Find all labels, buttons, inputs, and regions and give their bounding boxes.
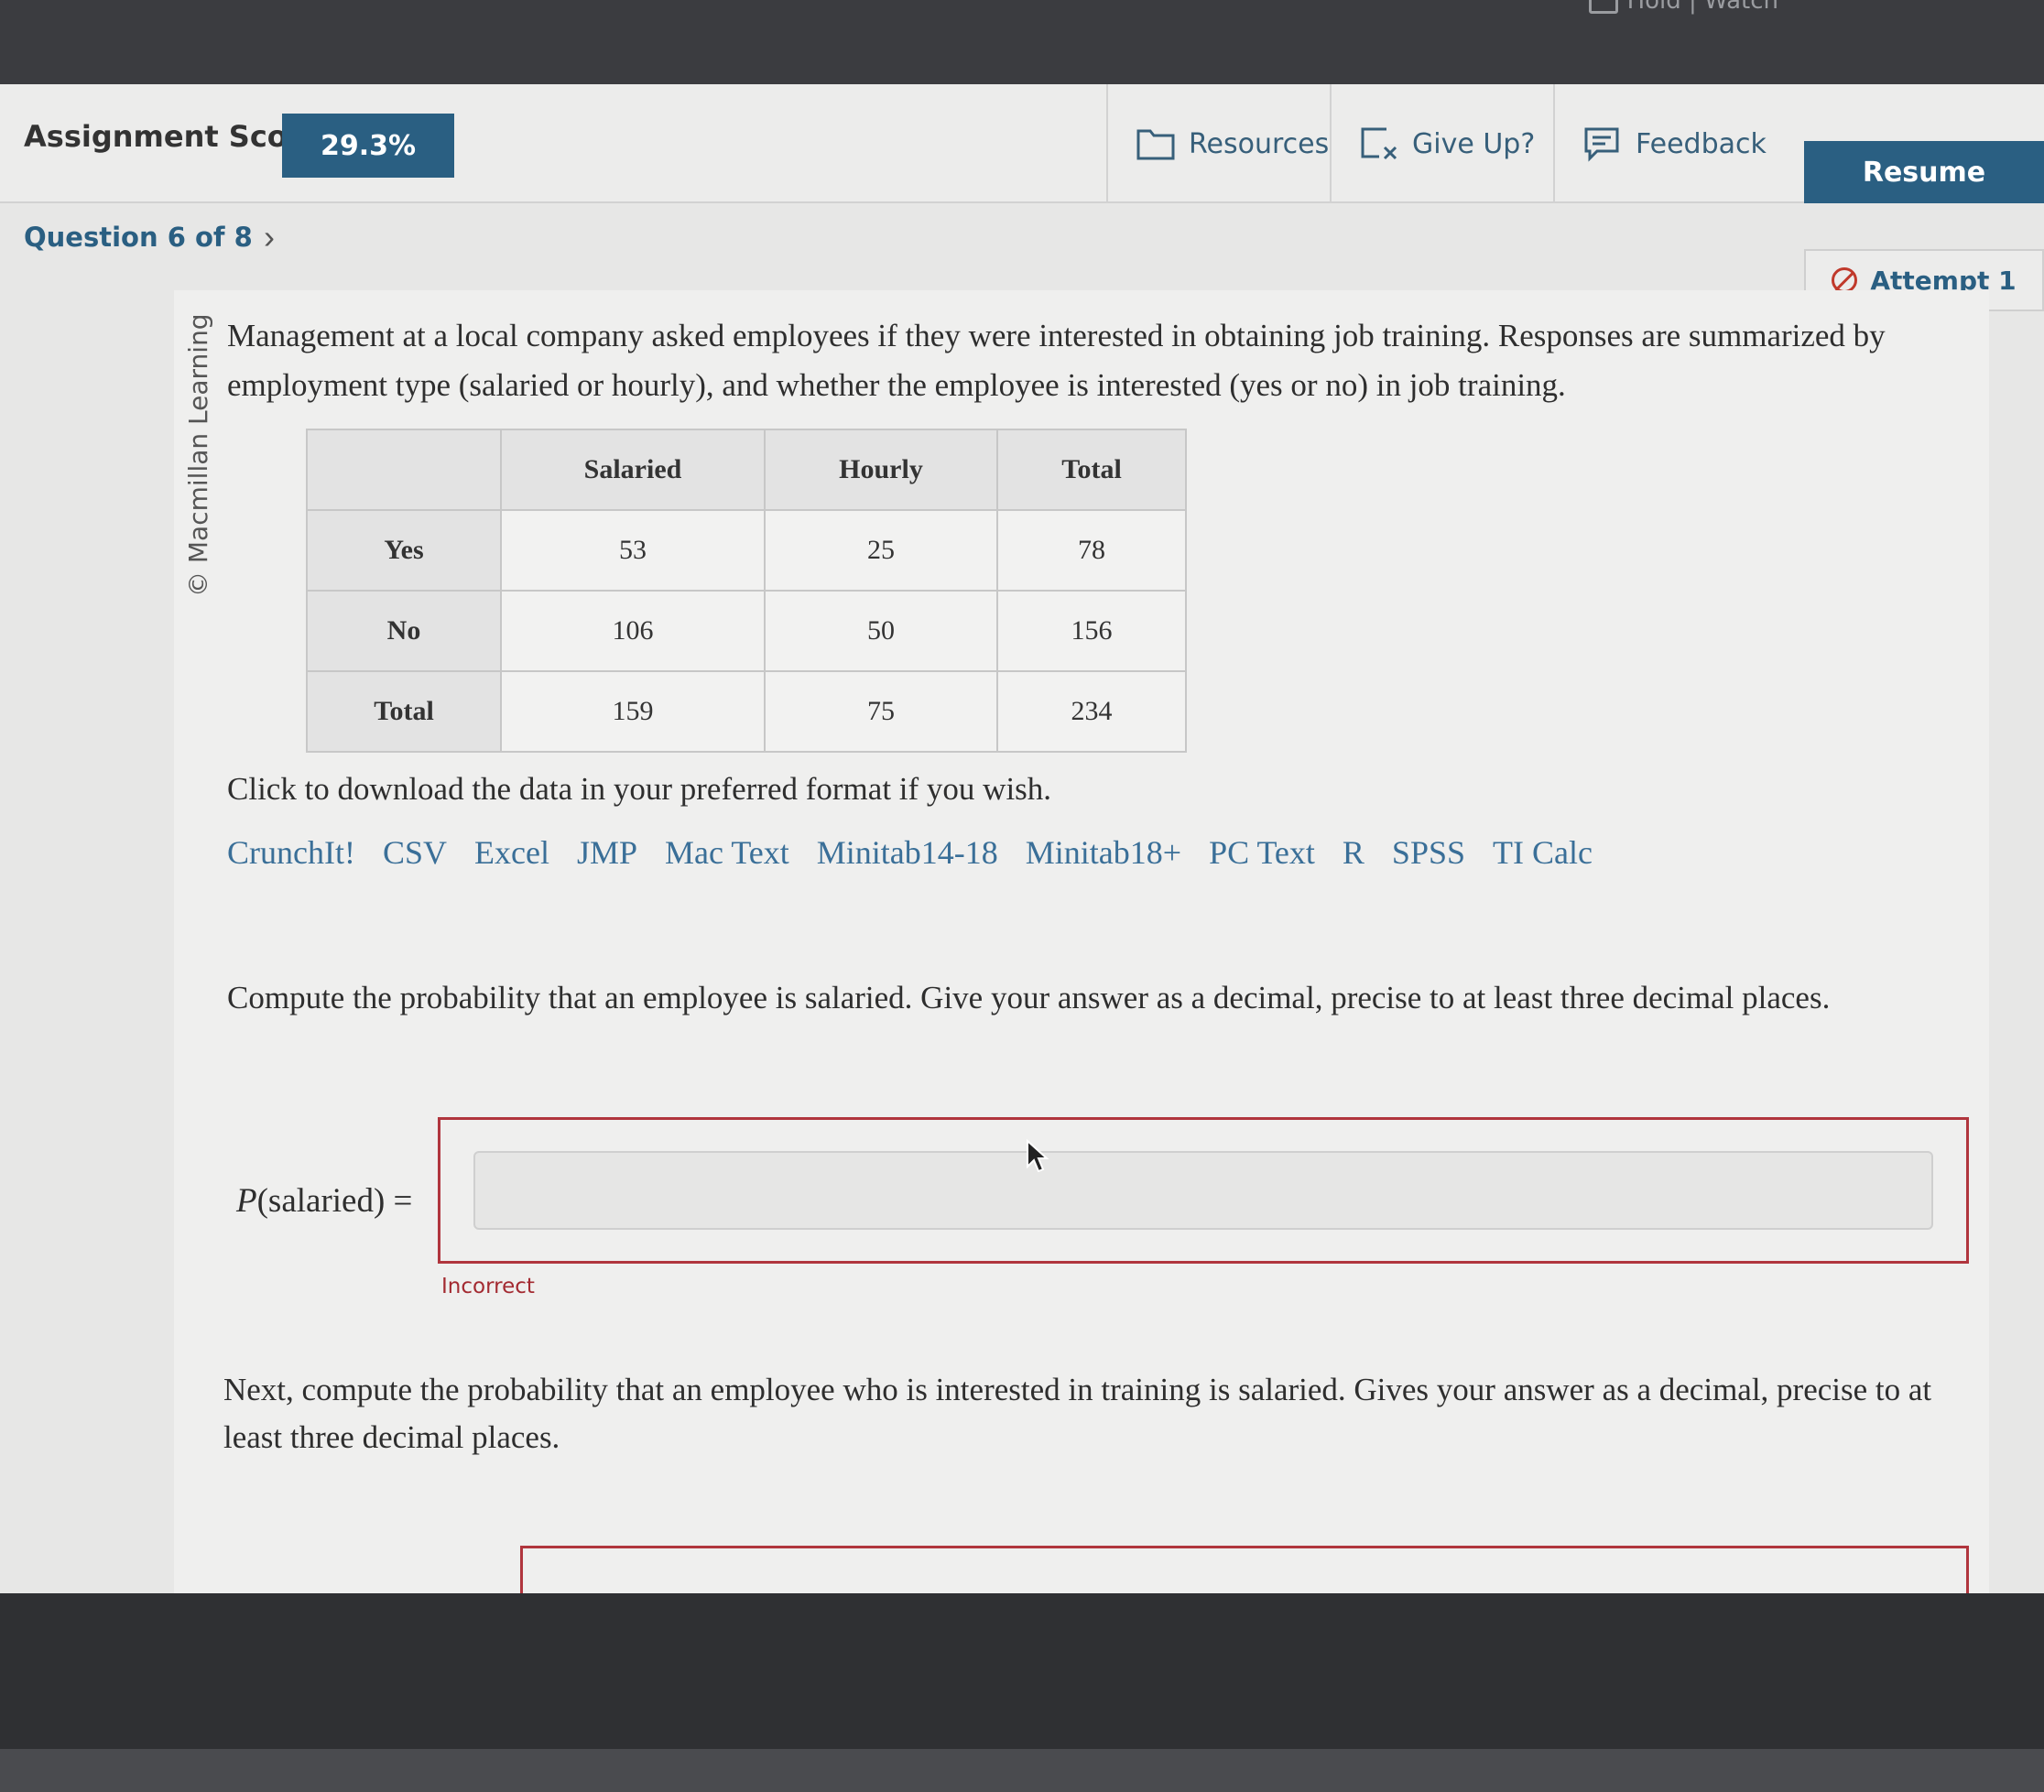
table-cell: 78 <box>996 509 1187 592</box>
download-link-excel[interactable]: Excel <box>474 833 549 872</box>
question-1-prompt: Compute the probability that an employee… <box>227 980 1831 1015</box>
chevron-right-icon[interactable]: › <box>264 218 275 256</box>
table-cell: 75 <box>764 670 998 753</box>
download-links: CrunchIt! CSV Excel JMP Mac Text Minitab… <box>227 833 1593 872</box>
column-header: Salaried <box>500 429 766 511</box>
table-cell: 234 <box>996 670 1187 753</box>
assignment-score-badge: 29.3% <box>282 114 454 178</box>
hold-watch-label: Hold | Watch <box>1626 0 1778 15</box>
table-cell: 106 <box>500 590 766 672</box>
table-row: Yes 53 25 78 <box>306 509 1187 592</box>
table-cell: 53 <box>500 509 766 592</box>
give-up-label: Give Up? <box>1412 127 1536 160</box>
table-cell: 156 <box>996 590 1187 672</box>
download-link-spss[interactable]: SPSS <box>1392 833 1465 872</box>
table-corner-cell <box>306 429 502 511</box>
monitor-bezel-top: Hold | Watch <box>0 0 2044 84</box>
ban-icon <box>1832 267 1858 293</box>
download-link-ti-calc[interactable]: TI Calc <box>1493 833 1593 872</box>
download-instruction: Click to download the data in your prefe… <box>227 771 1052 807</box>
table-header-row: Salaried Hourly Total <box>306 429 1187 511</box>
row-header: Total <box>306 670 502 753</box>
column-header: Total <box>996 429 1187 511</box>
row-header: No <box>306 590 502 672</box>
download-link-pc-text[interactable]: PC Text <box>1209 833 1315 872</box>
answer-box-2[interactable] <box>520 1546 1969 1601</box>
answer-label-argument: (salaried) = <box>256 1182 413 1220</box>
incorrect-status: Incorrect <box>441 1275 535 1298</box>
folder-icon <box>1136 129 1175 160</box>
answer-box-incorrect <box>438 1117 1969 1264</box>
mouse-pointer-icon <box>1027 1139 1049 1173</box>
download-link-minitab14-18[interactable]: Minitab14-18 <box>817 833 998 872</box>
table-cell: 25 <box>764 509 998 592</box>
hold-watch-control[interactable]: Hold | Watch <box>1588 0 1778 15</box>
feedback-button[interactable]: Feedback <box>1553 84 1773 203</box>
answer-label-function: P <box>236 1182 257 1220</box>
download-link-jmp[interactable]: JMP <box>577 833 637 872</box>
table-cell: 50 <box>764 590 998 672</box>
resources-label: Resources <box>1189 127 1330 160</box>
download-link-minitab18-plus[interactable]: Minitab18+ <box>1026 833 1181 872</box>
row-header: Yes <box>306 509 502 592</box>
download-link-csv[interactable]: CSV <box>383 833 447 872</box>
hold-icon <box>1588 0 1618 14</box>
question-2-prompt: Next, compute the probability that an em… <box>223 1372 1932 1455</box>
table-cell: 159 <box>500 670 766 753</box>
feedback-label: Feedback <box>1636 127 1767 160</box>
browser-screen: Assignment Score: 29.3% Resources Give U… <box>0 84 2044 1601</box>
download-link-r[interactable]: R <box>1343 833 1364 872</box>
resources-button[interactable]: Resources <box>1106 84 1330 203</box>
feedback-icon <box>1584 127 1619 162</box>
table-row: Total 159 75 234 <box>306 670 1187 753</box>
contingency-table: Salaried Hourly Total Yes 53 25 78 No 10… <box>306 429 1187 753</box>
table-row: No 106 50 156 <box>306 590 1187 672</box>
question-indicator[interactable]: Question 6 of 8 <box>24 222 253 253</box>
download-link-crunchit[interactable]: CrunchIt! <box>227 833 355 872</box>
answer-input[interactable] <box>473 1151 1933 1230</box>
copyright-notice: © Macmillan Learning <box>183 313 213 597</box>
assignment-toolbar: Assignment Score: 29.3% Resources Give U… <box>0 84 2044 203</box>
column-header: Hourly <box>764 429 998 511</box>
download-link-mac-text[interactable]: Mac Text <box>665 833 789 872</box>
give-up-button[interactable]: Give Up? <box>1330 84 1553 203</box>
desk-edge <box>0 1749 2044 1792</box>
answer-label: P(salaried) = <box>236 1181 412 1221</box>
resume-button[interactable]: Resume <box>1804 141 2044 203</box>
question-intro: Management at a local company asked empl… <box>227 318 1886 403</box>
give-up-icon <box>1361 127 1397 160</box>
